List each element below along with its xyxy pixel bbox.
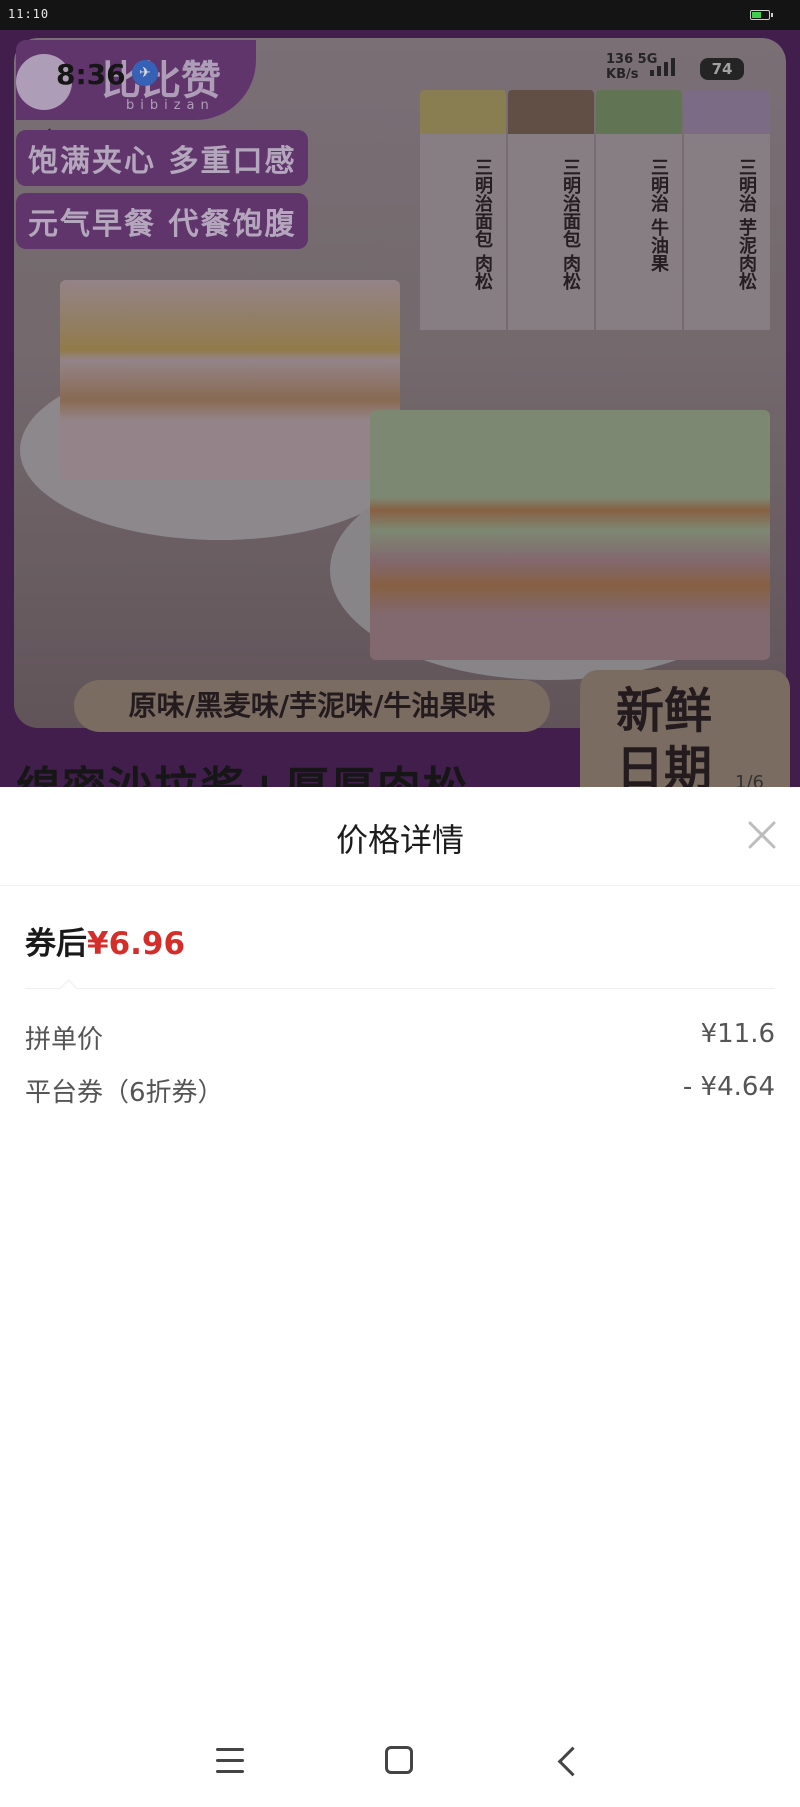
product-image[interactable]: 比比赞 bibizan 8:36 ✈ 136 5G KB/s 74 饱满夹心 多… (0, 30, 800, 787)
home-icon[interactable] (385, 1746, 413, 1774)
system-nav-bar (0, 1700, 800, 1807)
system-status-bar: 11:10 (0, 0, 800, 30)
row-label: 平台券（6折券） (25, 1078, 224, 1108)
row-value: ¥11.6 (700, 1019, 775, 1049)
sheet-title: 价格详情 (335, 821, 464, 859)
after-coupon-price: 券后¥6.96 (25, 918, 185, 963)
row-value: - ¥4.64 (682, 1072, 775, 1102)
price-detail-sheet: 价格详情 券后¥6.96 拼单价 ¥11.6 平台券（6折券） - ¥4.64 (0, 787, 800, 1807)
status-time: 11:10 (8, 7, 50, 21)
after-coupon-label: 券后 (25, 926, 87, 962)
row-label: 拼单价 (25, 1025, 104, 1055)
divider-notch (59, 979, 78, 998)
divider (25, 988, 775, 989)
close-icon[interactable] (746, 819, 778, 851)
overlay-dim (0, 30, 800, 787)
battery-icon (750, 10, 773, 20)
after-coupon-value: ¥6.96 (87, 926, 186, 962)
divider (0, 885, 800, 886)
back-icon[interactable] (557, 1746, 588, 1777)
menu-icon[interactable] (216, 1748, 244, 1781)
